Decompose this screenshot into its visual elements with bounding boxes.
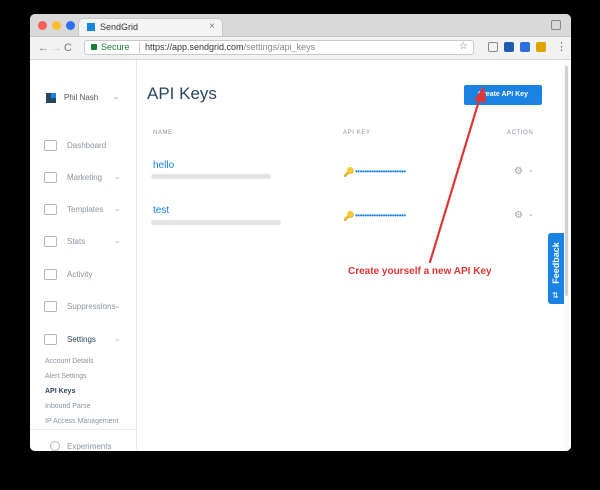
api-key-name[interactable]: hello (153, 160, 174, 171)
reload-icon[interactable]: C (64, 41, 72, 55)
sidebar-subitem-inbound-parse[interactable]: Inbound Parse (45, 403, 91, 410)
user-menu[interactable]: Phil Nash ⌄ (46, 91, 134, 106)
column-header-name: NAME (153, 130, 173, 136)
redacted-api-key-id (151, 174, 271, 179)
suppressions-icon (44, 301, 57, 312)
sidebar-subitem-api-keys[interactable]: API Keys (45, 388, 75, 395)
experiments-icon (50, 441, 60, 451)
url-divider (139, 42, 140, 53)
chevron-down-icon: ⌄ (114, 236, 121, 245)
secure-label: Secure (101, 42, 130, 52)
chevron-down-icon[interactable]: ⌄ (528, 166, 534, 174)
key-icon: 🔑 (343, 211, 355, 221)
close-window-button[interactable] (38, 21, 47, 30)
dashboard-icon (44, 140, 57, 151)
extension-cast-icon[interactable] (488, 42, 498, 52)
sidebar-item-experiments[interactable]: Experiments (44, 439, 134, 451)
key-icon: 🔑 (343, 167, 355, 177)
marketing-icon (44, 172, 57, 183)
column-header-api-key: API KEY (343, 130, 371, 136)
activity-icon (44, 269, 57, 280)
tab-title: SendGrid (100, 22, 139, 32)
address-bar[interactable]: Secure https://app.sendgrid.com/settings… (84, 40, 474, 55)
annotation-text: Create yourself a new API Key (348, 266, 492, 277)
lock-icon (91, 44, 97, 50)
sidebar-subitem-ip-access-management[interactable]: IP Access Management (45, 418, 118, 425)
chevron-down-icon: ⌄ (114, 334, 121, 343)
scrollbar[interactable] (564, 60, 569, 451)
url-path: /settings/api_keys (243, 42, 316, 52)
chevron-down-icon: ⌄ (114, 301, 121, 310)
browser-toolbar: ← → C Secure https://app.sendgrid.com/se… (30, 37, 571, 60)
back-icon[interactable]: ← (38, 41, 49, 55)
maximize-window-button[interactable] (66, 21, 75, 30)
sidebar-item-templates[interactable]: Templates ⌄ (44, 202, 134, 218)
tab-bar: SendGrid × (30, 14, 571, 37)
settings-icon (44, 334, 57, 345)
profile-icon[interactable] (551, 20, 561, 30)
browser-tab[interactable]: SendGrid × (78, 18, 223, 36)
bookmark-star-icon[interactable]: ☆ (459, 41, 468, 52)
gear-icon[interactable]: ⚙ (514, 166, 523, 177)
tab-close-icon[interactable]: × (209, 21, 215, 32)
chevron-down-icon: ⌄ (114, 172, 121, 181)
forward-icon[interactable]: → (51, 41, 62, 55)
sidebar-item-label: Dashboard (67, 141, 107, 150)
sidebar-item-label: Experiments (67, 442, 112, 451)
api-key-name[interactable]: test (153, 205, 169, 216)
chevron-down-icon[interactable]: ⌄ (528, 210, 534, 218)
column-header-action: ACTION (507, 130, 534, 136)
sidebar: Phil Nash ⌄ Dashboard Marketing ⌄ Templa… (30, 60, 137, 451)
sendgrid-favicon-icon (87, 23, 95, 31)
sidebar-item-activity[interactable]: Activity (44, 267, 134, 283)
sidebar-subitem-account-details[interactable]: Account Details (45, 358, 94, 365)
stats-icon (44, 236, 57, 247)
chevron-down-icon: ⌄ (114, 204, 121, 213)
url-text[interactable]: https://app.sendgrid.com/settings/api_ke… (145, 42, 315, 52)
avatar (46, 93, 56, 103)
sidebar-item-dashboard[interactable]: Dashboard (44, 138, 134, 154)
page-title: API Keys (147, 84, 217, 103)
feedback-label: Feedback (551, 242, 561, 284)
sidebar-item-label: Templates (67, 205, 104, 214)
sidebar-item-label: Activity (67, 270, 93, 279)
sidebar-item-label: Suppressions (67, 302, 116, 311)
extension-icon[interactable] (536, 42, 546, 52)
sidebar-divider (30, 429, 136, 430)
sidebar-item-label: Marketing (67, 173, 103, 182)
sidebar-item-label: Stats (67, 237, 86, 246)
chevron-down-icon: ⌄ (112, 91, 120, 101)
gear-icon[interactable]: ⚙ (514, 210, 523, 221)
minimize-window-button[interactable] (52, 21, 61, 30)
templates-icon (44, 204, 57, 215)
sidebar-item-marketing[interactable]: Marketing ⌄ (44, 170, 134, 186)
sidebar-item-settings[interactable]: Settings ⌄ (44, 332, 134, 348)
user-name: Phil Nash (64, 93, 99, 102)
sidebar-item-suppressions[interactable]: Suppressions ⌄ (44, 299, 134, 315)
extension-icon[interactable] (520, 42, 530, 52)
feedback-tab[interactable]: Feedback ⇅ (548, 233, 564, 304)
url-host: https://app.sendgrid.com (145, 42, 244, 52)
sidebar-item-stats[interactable]: Stats ⌄ (44, 234, 134, 250)
masked-api-key: •••••••••••••••••••••• (355, 211, 406, 220)
feedback-icon: ⇅ (552, 291, 559, 300)
extension-icon[interactable] (504, 42, 514, 52)
create-api-key-button[interactable]: Create API Key (464, 85, 542, 105)
browser-window: SendGrid × ← → C Secure https://app.send… (30, 14, 571, 451)
browser-menu-icon[interactable]: ⋮ (556, 40, 567, 53)
redacted-api-key-id (151, 220, 281, 225)
masked-api-key: •••••••••••••••••••••• (355, 167, 406, 176)
sidebar-subitem-alert-settings[interactable]: Alert Settings (45, 373, 87, 380)
sidebar-item-label: Settings (67, 335, 96, 344)
main-content: API Keys Create API Key NAME API KEY ACT… (137, 60, 571, 451)
scrollbar-thumb[interactable] (565, 66, 568, 296)
